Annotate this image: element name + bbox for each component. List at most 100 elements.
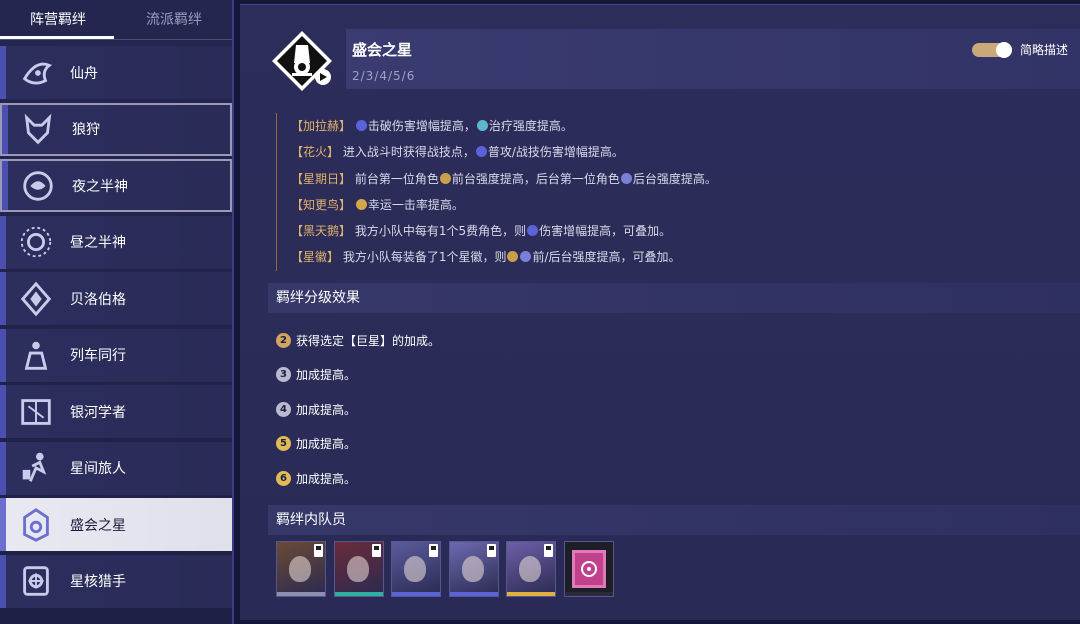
faction-name: 夜之半神 — [72, 178, 128, 195]
bond-description-list: 【加拉赫】 击破伤害增幅提高， 治疗强度提高。【花火】 进入战斗时获得战技点， 普攻… — [276, 113, 836, 271]
character-tag: 【花火】 — [291, 145, 343, 160]
bonus-text: 加成提高。 — [296, 471, 357, 486]
description-line: 【加拉赫】 击破伤害增幅提高， 治疗强度提高。 — [291, 113, 836, 139]
bonus-tier-row: 3 加成提高。 — [276, 358, 440, 393]
character-tag: 【知更鸟】 — [291, 197, 355, 212]
tab-school-bonds[interactable]: 流派羁绊 — [116, 0, 232, 40]
member-list — [276, 541, 621, 597]
toggle-switch[interactable] — [971, 41, 1012, 58]
member-portrait[interactable] — [391, 541, 441, 597]
faction-sidebar: 阵营羁绊 流派羁绊 仙舟狼狩夜之半神昼之半神贝洛伯格列车同行银河学者星间旅人盛会… — [0, 0, 234, 624]
faction-name: 星核猎手 — [70, 574, 126, 590]
rarity-strip — [277, 592, 325, 596]
description-text: 击破伤害增幅提高， — [367, 119, 476, 133]
description-text: 普攻/战技伤害增幅提高。 — [487, 145, 624, 160]
faction-item[interactable]: 昼之半神 — [0, 215, 232, 269]
bonus-tier-list: 2 获得选定【巨星】的加成。 3 加成提高。 4 加成提高。 5 加成提高。 6 加成提高。 — [276, 323, 440, 496]
toggle-label: 简略描述 — [1019, 43, 1068, 57]
tier-badge: 3 — [276, 367, 291, 383]
scholar-icon — [16, 392, 56, 432]
description-text: 后台强度提高。 — [632, 171, 717, 186]
stellaron-hunter-icon — [16, 561, 56, 601]
bond-header: 盛会之星 2/3/4/5/6 简略描述 — [346, 29, 1080, 89]
bonus-tier-row: 4 加成提高。 — [276, 392, 440, 427]
faction-item[interactable]: 贝洛伯格 — [0, 272, 232, 325]
member-portrait[interactable] — [506, 541, 556, 597]
stat-icon — [476, 120, 488, 131]
star-badge-item-icon — [571, 550, 606, 588]
stat-icon — [620, 172, 632, 184]
tab-faction-bonds[interactable]: 阵营羁绊 — [0, 0, 116, 40]
description-line: 【花火】 进入战斗时获得战技点， 普攻/战技伤害增幅提高。 — [291, 139, 836, 165]
tier-badge: 6 — [276, 470, 291, 486]
description-text: 幸运一击率提高。 — [367, 197, 464, 212]
faction-item[interactable]: 星核猎手 — [0, 554, 232, 608]
faction-name: 狼狩 — [72, 122, 100, 138]
member-portrait[interactable] — [563, 541, 614, 597]
character-tag: 【加拉赫】 — [291, 119, 355, 133]
portrait-face-icon — [461, 556, 484, 582]
sidebar-tabs: 阵营羁绊 流派羁绊 — [0, 0, 232, 40]
cost-tag-icon — [429, 544, 438, 557]
faction-item[interactable]: 银河学者 — [0, 385, 232, 438]
bond-detail-panel: 盛会之星 2/3/4/5/6 简略描述 【加拉赫】 击破伤害增幅提高， 治疗强度提… — [240, 4, 1080, 620]
xianzhou-icon — [16, 53, 56, 93]
rarity-strip — [564, 592, 613, 596]
character-tag: 【星徽】 — [291, 250, 343, 265]
traveler-icon — [16, 448, 56, 488]
bonus-tier-row: 6 加成提高。 — [276, 461, 440, 496]
faction-name: 列车同行 — [70, 348, 126, 364]
faction-name: 贝洛伯格 — [70, 291, 126, 308]
rarity-strip — [392, 592, 440, 596]
member-portrait[interactable] — [276, 541, 326, 597]
bonus-text: 获得选定【巨星】的加成。 — [296, 333, 441, 348]
portrait-face-icon — [519, 556, 541, 582]
tier-badge: 2 — [276, 332, 291, 348]
description-text: 治疗强度提高。 — [488, 119, 573, 133]
stat-icon — [439, 172, 451, 184]
description-text: 我方小队每装备了1个星徽，则 — [342, 250, 507, 265]
character-tag: 【星期日】 — [291, 171, 355, 186]
bonus-tier-row: 2 获得选定【巨星】的加成。 — [276, 323, 440, 358]
cost-tag-icon — [314, 544, 323, 557]
description-line: 【知更鸟】 幸运一击率提高。 — [291, 192, 836, 218]
faction-item[interactable]: 盛会之星 — [0, 498, 232, 551]
bonus-section-title: 羁绊分级效果 — [268, 283, 1080, 313]
faction-item[interactable]: 狼狩 — [0, 102, 232, 156]
wolf-icon — [18, 109, 58, 149]
faction-item[interactable]: 夜之半神 — [0, 159, 232, 212]
cost-tag-icon — [544, 544, 553, 557]
description-line: 【星徽】 我方小队每装备了1个星徽，则 前/后台强度提高，可叠加。 — [291, 244, 836, 270]
bonus-text: 加成提高。 — [296, 437, 357, 452]
member-portrait[interactable] — [448, 541, 499, 597]
portrait-face-icon — [346, 556, 369, 582]
portrait-face-icon — [289, 556, 311, 582]
description-text: 前/后台强度提高，可叠加。 — [532, 250, 681, 265]
day-demigod-icon — [16, 222, 56, 262]
brief-description-toggle[interactable]: 简略描述 — [971, 41, 1068, 58]
bond-tiers: 2/3/4/5/6 — [352, 69, 416, 83]
cost-tag-icon — [371, 544, 381, 557]
stat-icon — [475, 146, 487, 158]
members-section-title: 羁绊内队员 — [268, 505, 1080, 535]
faction-name: 仙舟 — [70, 65, 98, 82]
description-line: 【星期日】 前台第一位角色 前台强度提高，后台第一位角色 后台强度提高。 — [291, 166, 836, 192]
description-text: 前台第一位角色 — [354, 171, 439, 186]
member-portrait[interactable] — [333, 541, 384, 597]
description-text: 进入战斗时获得战技点， — [342, 145, 475, 160]
night-demigod-icon — [18, 166, 58, 206]
bond-title: 盛会之星 — [352, 41, 413, 59]
faction-name: 昼之半神 — [70, 235, 126, 251]
rarity-strip — [334, 592, 383, 596]
faction-item[interactable]: 列车同行 — [0, 328, 232, 382]
faction-name: 银河学者 — [70, 404, 126, 421]
tier-badge: 4 — [276, 401, 291, 417]
faction-list: 仙舟狼狩夜之半神昼之半神贝洛伯格列车同行银河学者星间旅人盛会之星星核猎手 — [0, 46, 232, 611]
faction-name: 盛会之星 — [70, 517, 126, 534]
stat-icon — [527, 225, 539, 237]
faction-item[interactable]: 星间旅人 — [0, 441, 232, 495]
belobog-icon — [16, 279, 56, 319]
description-line: 【黑天鹅】 我方小队中每有1个5费角色，则 伤害增幅提高，可叠加。 — [291, 218, 836, 244]
faction-item[interactable]: 仙舟 — [0, 46, 232, 99]
stat-icon — [520, 251, 532, 263]
